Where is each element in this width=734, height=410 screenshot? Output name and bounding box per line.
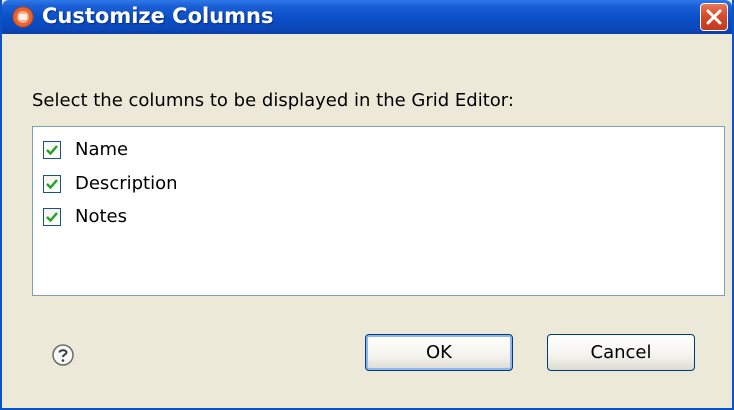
close-icon <box>706 9 722 25</box>
notes-checkbox[interactable] <box>43 208 61 226</box>
close-button[interactable] <box>700 3 728 31</box>
title-bar[interactable]: Customize Columns <box>2 0 732 34</box>
ok-button[interactable]: OK <box>365 334 513 371</box>
dialog-title: Customize Columns <box>42 4 274 28</box>
description-label: Description <box>75 173 178 194</box>
name-label: Name <box>75 139 129 160</box>
columns-list[interactable]: Name Description Notes <box>32 126 725 296</box>
checkmark-icon <box>46 145 58 156</box>
help-icon[interactable] <box>52 344 74 366</box>
checkmark-icon <box>46 212 58 223</box>
cancel-button[interactable]: Cancel <box>547 334 695 371</box>
description-checkbox[interactable] <box>43 175 61 193</box>
name-checkbox[interactable] <box>43 141 61 159</box>
instruction-label: Select the columns to be displayed in th… <box>32 90 514 111</box>
notes-label: Notes <box>75 206 127 227</box>
checkmark-icon <box>46 179 58 190</box>
app-icon <box>12 6 34 28</box>
customize-columns-dialog: Customize Columns Select the columns to … <box>0 0 734 410</box>
